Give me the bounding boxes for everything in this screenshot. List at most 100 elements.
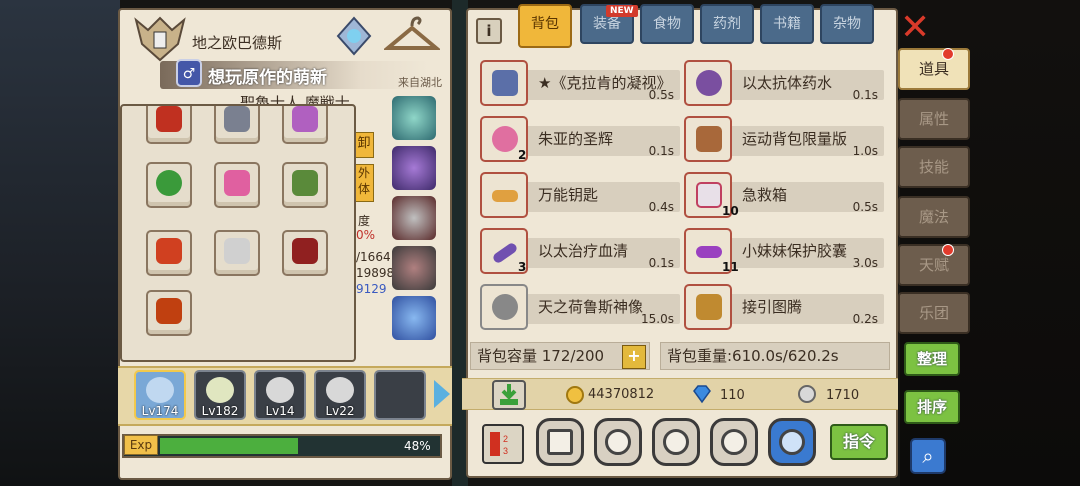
inventory-item[interactable]: 朱亚的圣辉 0.1s 2 bbox=[480, 116, 680, 162]
book-icon[interactable] bbox=[536, 418, 584, 466]
inventory-item[interactable]: 急救箱 0.5s 10 bbox=[684, 172, 884, 218]
robot-helm-icon[interactable] bbox=[392, 296, 436, 340]
stat-partial-1: 度 bbox=[358, 214, 371, 228]
notification-dot bbox=[942, 244, 954, 256]
equip-slot-ring[interactable] bbox=[146, 162, 192, 208]
crystal-shield-icon[interactable] bbox=[392, 96, 436, 140]
sort-button[interactable]: 排序 bbox=[904, 390, 960, 424]
svg-text:2: 2 bbox=[503, 434, 508, 444]
side-tab-talent[interactable]: 天赋 bbox=[898, 244, 970, 286]
item-weight: 0.2s bbox=[852, 312, 878, 326]
character-slot-2[interactable]: Lv182 bbox=[194, 370, 246, 420]
item-count: 11 bbox=[722, 260, 739, 274]
character-portrait bbox=[326, 377, 354, 403]
tab-books[interactable]: 书籍 bbox=[760, 4, 814, 44]
dark-armor-icon[interactable] bbox=[392, 196, 436, 240]
equip-slot-weapon[interactable] bbox=[146, 106, 192, 144]
hanger-icon[interactable] bbox=[382, 14, 442, 58]
stat-partial-4: 19898 bbox=[356, 266, 395, 280]
tab-food[interactable]: 食物 bbox=[640, 4, 694, 44]
equip-slot-bracer[interactable] bbox=[146, 230, 192, 276]
equip-slot-purple[interactable] bbox=[282, 106, 328, 144]
inventory-item[interactable]: 天之荷鲁斯神像 15.0s bbox=[480, 284, 680, 330]
item-name: 天之荷鲁斯神像 bbox=[538, 298, 644, 316]
side-tab-attributes[interactable]: 属性 bbox=[898, 98, 970, 140]
character-slot-3[interactable]: Lv14 bbox=[254, 370, 306, 420]
download-icon[interactable] bbox=[492, 380, 526, 410]
dark-cape-icon[interactable] bbox=[392, 246, 436, 290]
hero-title: 地之欧巴德斯 bbox=[192, 34, 283, 52]
organize-button[interactable]: 整理 bbox=[904, 342, 960, 376]
background-scenery-left bbox=[0, 0, 120, 486]
outfit-button[interactable]: 外体 bbox=[354, 164, 374, 202]
gold-amount: 44370812 bbox=[588, 387, 655, 402]
item-weight: 1.0s bbox=[852, 144, 878, 158]
item-count: 2 bbox=[518, 148, 527, 162]
tab-backpack[interactable]: 背包 bbox=[518, 4, 572, 48]
equip-slot-chest[interactable] bbox=[146, 290, 192, 336]
tab-potion[interactable]: 药剂 bbox=[700, 4, 754, 44]
side-tab-items[interactable]: 道具 bbox=[898, 48, 970, 90]
zoom-out-icon[interactable] bbox=[652, 418, 700, 466]
tab-misc[interactable]: 杂物 bbox=[820, 4, 874, 44]
side-tab-magic[interactable]: 魔法 bbox=[898, 196, 970, 238]
side-tab-skills[interactable]: 技能 bbox=[898, 146, 970, 188]
purple-gauntlet-icon[interactable] bbox=[392, 146, 436, 190]
notification-dot bbox=[942, 48, 954, 60]
side-tab-band[interactable]: 乐团 bbox=[898, 292, 970, 334]
item-weight: 0.4s bbox=[648, 200, 674, 214]
character-slot-4[interactable]: Lv22 bbox=[314, 370, 366, 420]
item-weight: 15.0s bbox=[641, 312, 674, 326]
character-level: Lv182 bbox=[201, 404, 239, 418]
exp-percent: 48% bbox=[404, 439, 431, 453]
next-arrow-icon[interactable] bbox=[434, 380, 450, 408]
item-name: 朱亚的圣辉 bbox=[538, 130, 614, 148]
item-icon bbox=[480, 172, 528, 218]
swap-icon[interactable] bbox=[710, 418, 758, 466]
inventory-item[interactable]: 以太抗体药水 0.1s bbox=[684, 60, 884, 106]
exp-label: Exp bbox=[124, 435, 158, 455]
item-weight: 0.5s bbox=[852, 200, 878, 214]
command-button[interactable]: 指令 bbox=[830, 424, 888, 460]
search-icon[interactable]: ⌕ bbox=[910, 438, 946, 474]
inventory-item[interactable]: ★《克拉肯的凝视》 0.5s bbox=[480, 60, 680, 106]
item-weight: 0.1s bbox=[648, 256, 674, 270]
inventory-item[interactable]: 运动背包限量版 1.0s bbox=[684, 116, 884, 162]
item-icon bbox=[480, 284, 528, 330]
unequip-button[interactable]: 卸 bbox=[354, 132, 374, 158]
inventory-item[interactable]: 接引图腾 0.2s bbox=[684, 284, 884, 330]
equip-slot-boots[interactable] bbox=[282, 162, 328, 208]
diamond-amount: 110 bbox=[720, 388, 745, 403]
player-name: 想玩原作的萌新 bbox=[208, 68, 327, 88]
equipment-grid-panel bbox=[120, 104, 356, 362]
equip-slot-shoulder[interactable] bbox=[282, 230, 328, 276]
inventory-item[interactable]: 以太治疗血清 0.1s 3 bbox=[480, 228, 680, 274]
item-count: 3 bbox=[518, 260, 527, 274]
stat-partial-5: 9129 bbox=[356, 282, 387, 296]
exp-fill bbox=[160, 438, 298, 454]
item-icon bbox=[480, 60, 528, 106]
character-slot-5[interactable] bbox=[374, 370, 426, 420]
item-icon bbox=[684, 116, 732, 162]
inventory-item[interactable]: 万能钥匙 0.4s bbox=[480, 172, 680, 218]
inventory-item[interactable]: 小妹妹保护胶囊 3.0s 11 bbox=[684, 228, 884, 274]
item-name: 小妹妹保护胶囊 bbox=[742, 242, 848, 260]
character-portrait bbox=[266, 377, 294, 403]
numbered-list-icon[interactable]: 23 bbox=[482, 424, 524, 464]
item-name: 以太治疗血清 bbox=[538, 242, 629, 260]
info-button[interactable]: i bbox=[476, 18, 502, 44]
character-slot-1[interactable]: Lv174 bbox=[134, 370, 186, 420]
new-badge: NEW bbox=[606, 5, 638, 17]
expand-capacity-button[interactable]: + bbox=[622, 345, 646, 369]
flask-icon[interactable] bbox=[768, 418, 816, 466]
equip-slot-empty[interactable] bbox=[214, 230, 260, 276]
equip-slot-armor-top[interactable] bbox=[214, 106, 260, 144]
item-name: 以太抗体药水 bbox=[742, 74, 833, 92]
character-level: Lv22 bbox=[325, 404, 355, 418]
portal-icon[interactable] bbox=[332, 14, 376, 58]
stat-partial-2: 0% bbox=[356, 228, 376, 242]
equip-slot-glove[interactable] bbox=[214, 162, 260, 208]
close-icon[interactable]: ✕ bbox=[900, 10, 930, 46]
magnify-icon[interactable] bbox=[594, 418, 642, 466]
silver-amount: 1710 bbox=[826, 388, 860, 403]
